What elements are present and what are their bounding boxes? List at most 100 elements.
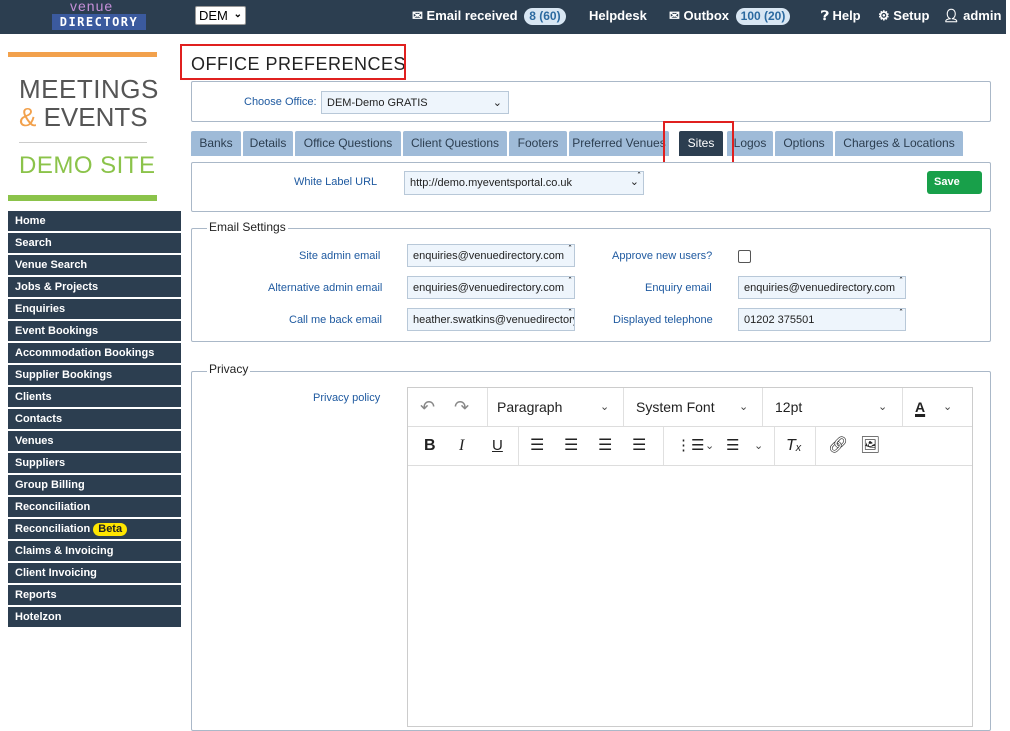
sidebar-item-supplier-bookings[interactable]: Supplier Bookings — [8, 365, 181, 385]
brand-events: & EVENTS — [19, 103, 148, 131]
help-label: Help — [832, 8, 861, 23]
save-label: Save — [934, 176, 960, 188]
block-format-select[interactable]: Paragraph ⌄ — [488, 388, 623, 426]
sidebar-item-search[interactable]: Search — [8, 233, 181, 253]
setup-link[interactable]: ⚙ Setup — [878, 8, 929, 24]
alternative-admin-email-field[interactable]: enquiries@venuedirectory.com * — [407, 276, 575, 299]
office-code-select[interactable]: DEM ⌄ — [195, 6, 246, 25]
white-label-url-select[interactable]: http://demo.myeventsportal.co.uk ⌄ * — [404, 171, 644, 195]
align-left-icon[interactable]: ☰ — [530, 427, 544, 465]
font-size-select[interactable]: 12pt ⌄ — [763, 388, 901, 426]
call-me-back-email-label: Call me back email — [289, 314, 382, 326]
sidebar-item-hotelzon[interactable]: Hotelzon — [8, 607, 181, 627]
sidebar-item-venues[interactable]: Venues — [8, 431, 181, 451]
required-asterisk: * — [899, 308, 903, 317]
tab-banks[interactable]: Banks — [191, 131, 241, 156]
image-icon[interactable]: 🖼︎ — [860, 427, 880, 465]
sidebar-menu: Home Search Venue Search Jobs & Projects… — [8, 211, 181, 629]
numbered-list-icon[interactable]: ☰ — [726, 427, 739, 465]
brand-divider — [19, 142, 147, 143]
sidebar-item-claims-invoicing[interactable]: Claims & Invoicing — [8, 541, 181, 561]
choose-office-select[interactable]: DEM-Demo GRATIS ⌄ — [321, 91, 509, 114]
tab-label: Logos — [733, 136, 767, 150]
envelope-icon: ✉ — [669, 8, 680, 23]
site-admin-email-field[interactable]: enquiries@venuedirectory.com * — [407, 244, 575, 267]
choose-office-label: Choose Office: — [244, 96, 317, 108]
tab-client-questions[interactable]: Client Questions — [403, 131, 507, 156]
editor-toolbar-row-1: ↶ ↷ Paragraph ⌄ System Font ⌄ 12pt ⌄ A ⌄ — [408, 388, 972, 427]
text-color-button[interactable]: A ⌄ — [903, 388, 971, 426]
gear-icon: ⚙ — [878, 8, 890, 23]
alternative-admin-email-value: enquiries@venuedirectory.com — [413, 282, 564, 294]
sidebar-item-group-billing[interactable]: Group Billing — [8, 475, 181, 495]
outbox-count-badge: 100 (20) — [735, 8, 791, 25]
approve-new-users-label: Approve new users? — [612, 250, 713, 262]
tab-options[interactable]: Options — [775, 131, 833, 156]
displayed-telephone-label: Displayed telephone — [613, 314, 713, 326]
sidebar-item-suppliers[interactable]: Suppliers — [8, 453, 181, 473]
beta-badge: Beta — [93, 523, 128, 536]
email-received-link[interactable]: ✉ Email received 8 (60) — [412, 8, 566, 25]
call-me-back-email-field[interactable]: heather.swatkins@venuedirectory * — [407, 308, 575, 331]
brand-demo-site: DEMO SITE — [19, 152, 156, 179]
editor-toolbar-row-2: B I U ☰ ☰ ☰ ☰ ⋮☰ ⌄ ☰ ⌄ Tₓ 🔗︎ 🖼︎ — [408, 427, 972, 466]
tab-details[interactable]: Details — [243, 131, 293, 156]
sidebar-item-jobs-projects[interactable]: Jobs & Projects — [8, 277, 181, 297]
sidebar-item-client-invoicing[interactable]: Client Invoicing — [8, 563, 181, 583]
align-justify-icon[interactable]: ☰ — [632, 427, 646, 465]
approve-new-users-checkbox[interactable] — [738, 250, 751, 263]
sidebar-item-label: Suppliers — [15, 457, 66, 469]
clear-formatting-icon[interactable]: Tₓ — [786, 427, 802, 465]
brand-events-text: EVENTS — [43, 102, 148, 132]
tab-charges-locations[interactable]: Charges & Locations — [835, 131, 963, 156]
call-me-back-email-value: heather.swatkins@venuedirectory — [413, 314, 575, 326]
toolbar-separator — [774, 427, 775, 465]
tab-label: Preferred Venues — [572, 136, 666, 150]
save-button[interactable]: Save 💾︎ — [927, 171, 982, 211]
font-family-select[interactable]: System Font ⌄ — [624, 388, 762, 426]
chevron-down-icon: ⌄ — [943, 401, 953, 413]
align-center-icon[interactable]: ☰ — [564, 427, 578, 465]
sites-tab-highlight-box — [663, 121, 734, 165]
admin-user-link[interactable]: 👤︎ admin — [943, 8, 1001, 24]
underline-icon[interactable]: U — [492, 427, 503, 465]
tab-preferred-venues[interactable]: Preferred Venues — [569, 131, 669, 156]
sidebar-item-label: Contacts — [15, 413, 63, 425]
tab-label: Details — [249, 136, 287, 150]
white-label-url-label: White Label URL — [294, 176, 378, 188]
link-icon[interactable]: 🔗︎ — [828, 427, 848, 465]
editor-content-area[interactable] — [408, 467, 972, 726]
logo-text-venue: venue — [70, 0, 114, 14]
tab-footers[interactable]: Footers — [509, 131, 567, 156]
sidebar-item-reconciliation-beta[interactable]: Reconciliation Beta — [8, 519, 181, 539]
bold-icon[interactable]: B — [424, 427, 436, 465]
redo-icon[interactable]: ↷ — [454, 388, 469, 426]
undo-icon[interactable]: ↶ — [420, 388, 435, 426]
enquiry-email-field[interactable]: enquiries@venuedirectory.com * — [738, 276, 906, 299]
bullet-list-icon[interactable]: ⋮☰ — [676, 427, 704, 465]
tab-label: Charges & Locations — [843, 136, 955, 150]
align-right-icon[interactable]: ☰ — [598, 427, 612, 465]
sidebar-item-enquiries[interactable]: Enquiries — [8, 299, 181, 319]
required-asterisk: * — [568, 308, 572, 317]
venue-directory-logo[interactable]: venue DIRECTORY — [52, 0, 148, 32]
displayed-telephone-field[interactable]: 01202 375501 * — [738, 308, 906, 331]
outbox-link[interactable]: ✉ Outbox 100 (20) — [669, 8, 791, 25]
sidebar-item-label: Reconciliation — [15, 523, 91, 535]
tab-office-questions[interactable]: Office Questions — [295, 131, 401, 156]
required-asterisk: * — [568, 244, 572, 253]
sidebar-item-venue-search[interactable]: Venue Search — [8, 255, 181, 275]
sidebar-item-clients[interactable]: Clients — [8, 387, 181, 407]
sidebar-item-event-bookings[interactable]: Event Bookings — [8, 321, 181, 341]
chevron-down-icon: ⌄ — [878, 401, 888, 413]
sidebar-item-reports[interactable]: Reports — [8, 585, 181, 605]
sidebar-item-reconciliation[interactable]: Reconciliation — [8, 497, 181, 517]
italic-icon[interactable]: I — [459, 427, 464, 465]
helpdesk-link[interactable]: Helpdesk — [589, 8, 647, 23]
sidebar-item-home[interactable]: Home — [8, 211, 181, 231]
block-format-value: Paragraph — [497, 399, 563, 415]
sidebar-item-accommodation-bookings[interactable]: Accommodation Bookings — [8, 343, 181, 363]
site-admin-email-value: enquiries@venuedirectory.com — [413, 250, 564, 262]
help-link[interactable]: ❓︎ Help — [821, 8, 861, 24]
sidebar-item-contacts[interactable]: Contacts — [8, 409, 181, 429]
